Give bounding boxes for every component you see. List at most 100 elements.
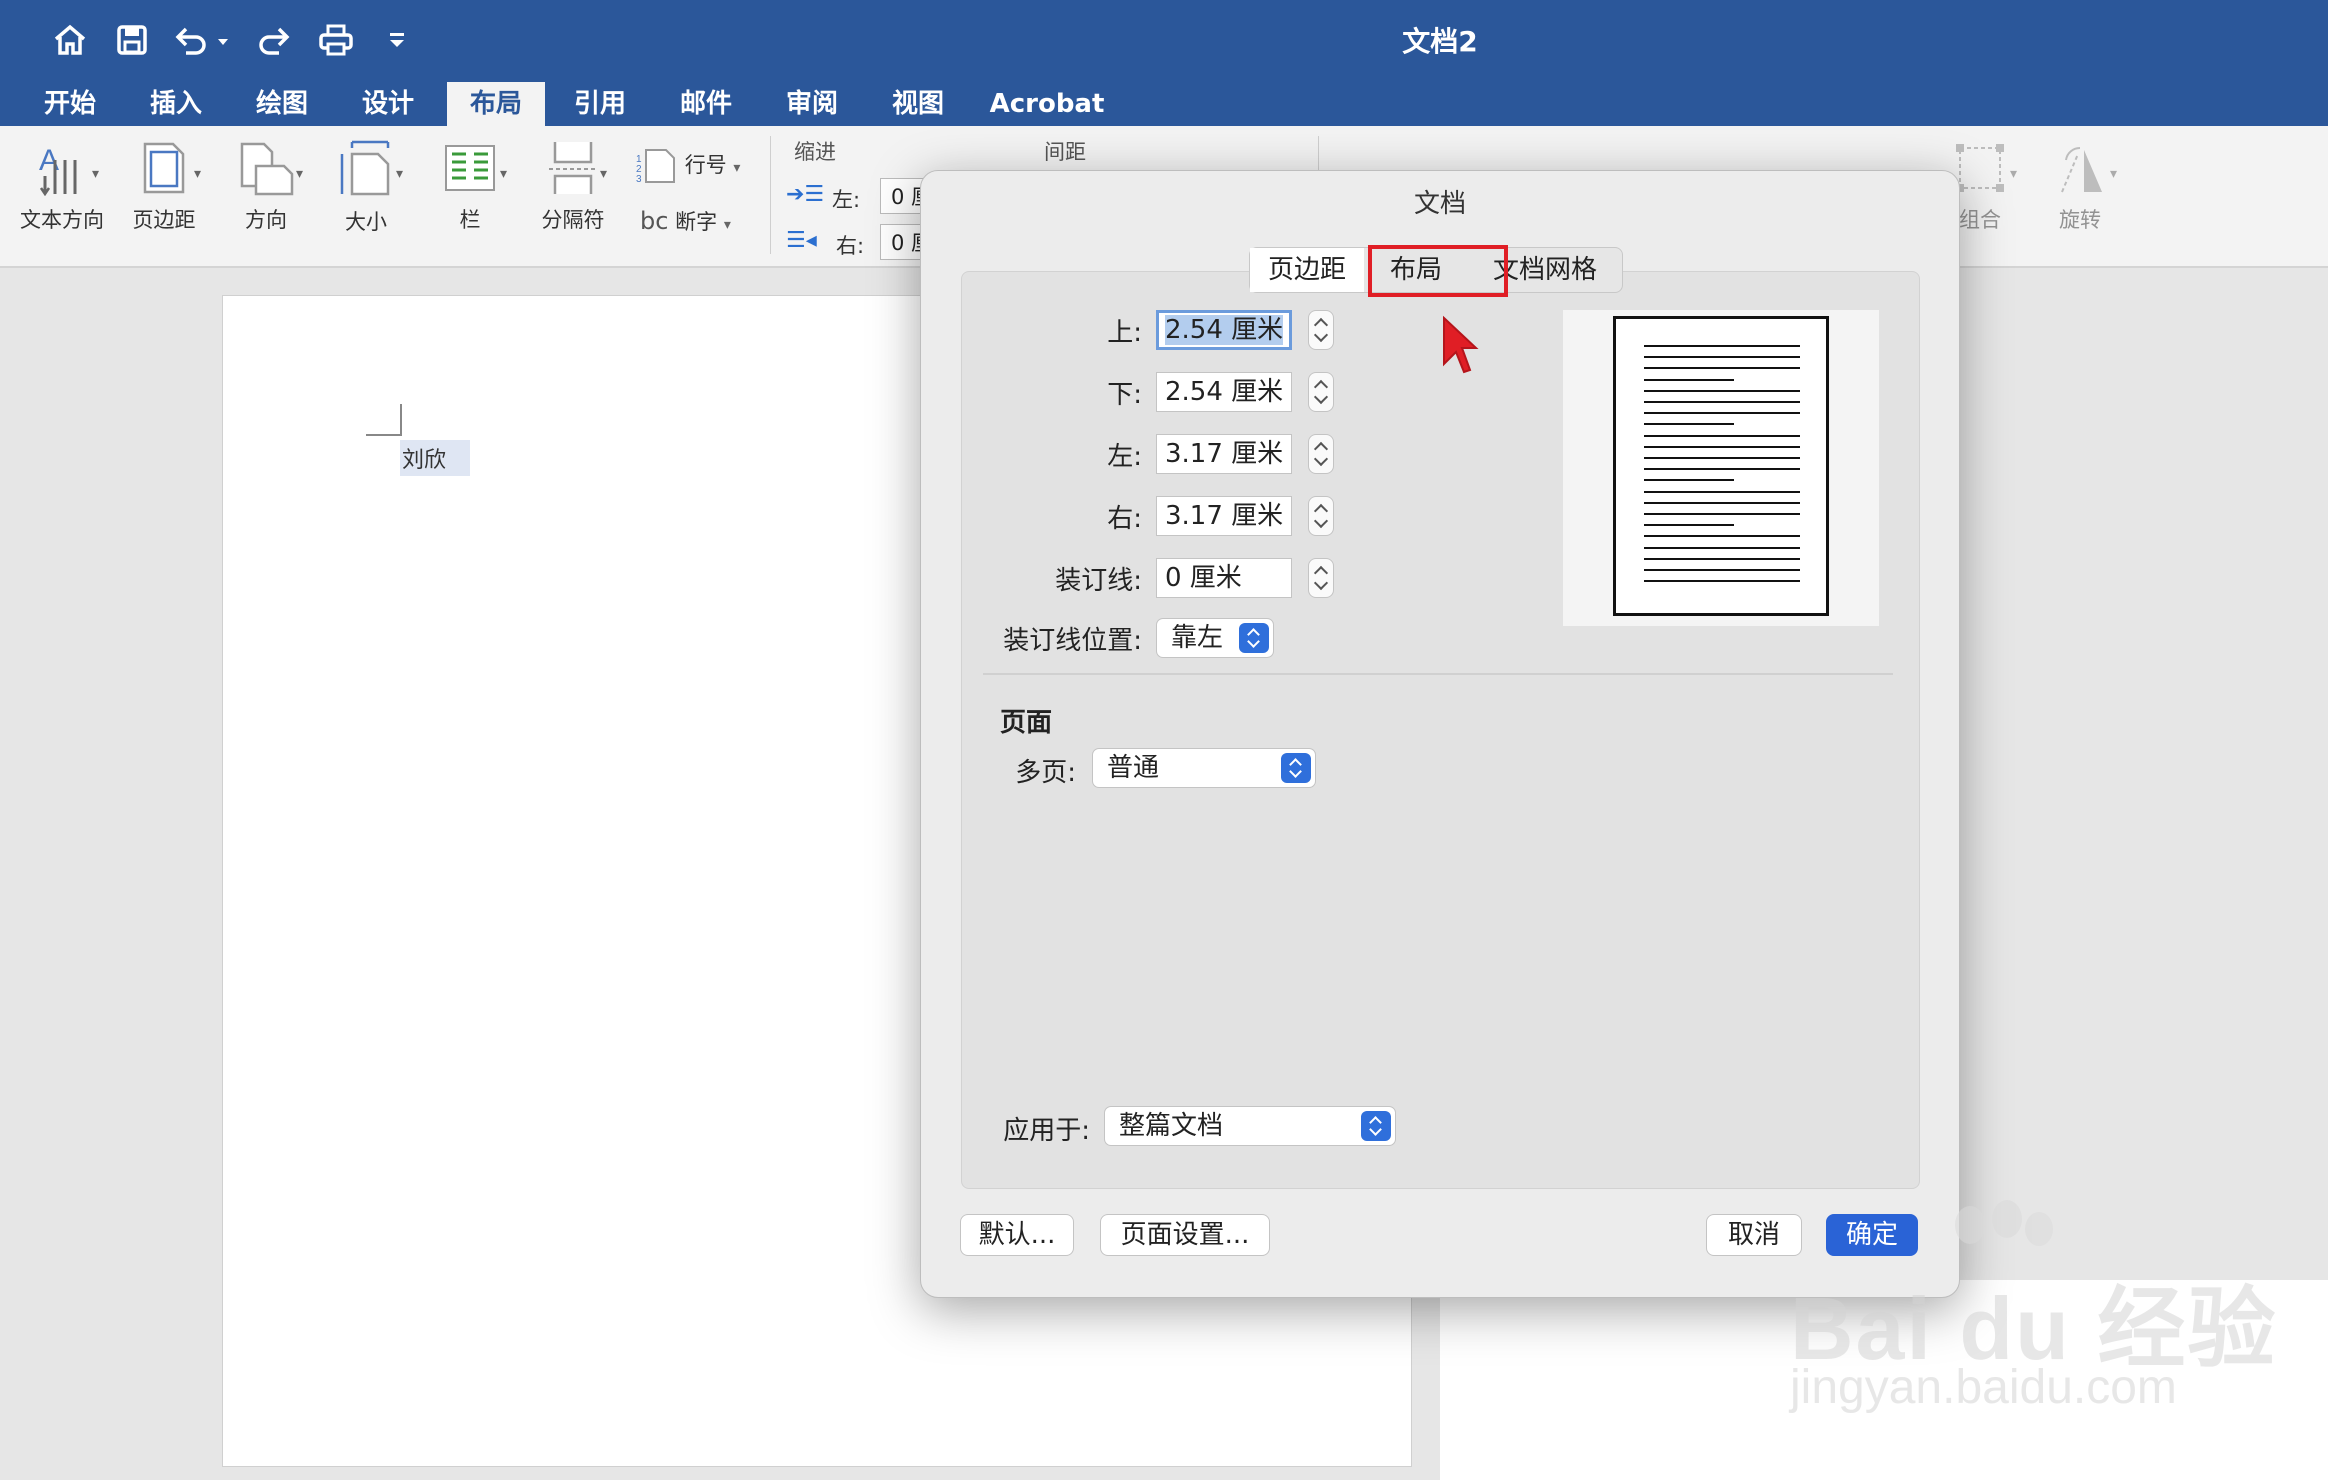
chevron-down-icon: ▾ (723, 217, 731, 233)
apply-to-select[interactable]: 整篇文档 (1104, 1106, 1396, 1146)
right-margin-input[interactable]: 3.17 厘米 (1156, 496, 1292, 536)
rotate-icon (2061, 146, 2102, 193)
tab-home[interactable]: 开始 (30, 82, 110, 126)
chevron-down-icon: ▾ (296, 166, 304, 182)
preview-text-line (1644, 434, 1800, 437)
gutter-position-select[interactable]: 靠左 (1156, 618, 1274, 658)
dialog-tab-margins[interactable]: 页边距 (1250, 248, 1364, 292)
preview-text-line (1644, 345, 1800, 347)
margins-button[interactable]: 页边距 (124, 140, 204, 234)
watermark-url: jingyan.baidu.com (1790, 1361, 2177, 1414)
tab-insert[interactable]: 插入 (136, 82, 216, 126)
apply-to-value: 整篇文档 (1119, 1111, 1224, 1141)
default-button[interactable]: 默认... (960, 1214, 1074, 1256)
title-bar: 文档2 开始 插入 绘图 设计 布局 引用 邮件 审阅 视图 Acrobat (0, 0, 2328, 126)
left-margin-label: 左: (1107, 442, 1142, 472)
top-margin-label: 上: (1107, 318, 1142, 348)
hyphenation-icon: bc (640, 207, 669, 235)
breaks-button[interactable]: 分隔符 (530, 140, 616, 234)
indent-left-label: 左: (832, 188, 861, 212)
columns-button[interactable]: 栏 (430, 140, 510, 234)
columns-label: 栏 (459, 208, 481, 232)
line-numbers-button[interactable]: 123 行号 ▾ (636, 148, 740, 185)
preview-text-line (1644, 513, 1800, 515)
paw-icon (1992, 1200, 2022, 1238)
tab-design[interactable]: 设计 (348, 82, 428, 126)
right-margin-stepper[interactable] (1308, 496, 1334, 536)
hyphenation-button[interactable]: bc 断字 ▾ (640, 206, 731, 236)
indent-right-label: 右: (836, 234, 865, 258)
multiple-pages-label: 多页: (1015, 758, 1076, 788)
left-margin-input[interactable]: 3.17 厘米 (1156, 434, 1292, 474)
rotate-button[interactable]: 旋转 (2040, 140, 2120, 234)
top-margin-stepper[interactable] (1308, 310, 1334, 350)
tab-view[interactable]: 视图 (878, 82, 958, 126)
ribbon-separator (770, 136, 771, 254)
size-label: 大小 (345, 210, 387, 234)
margin-corner-mark (366, 404, 402, 436)
text-direction-button[interactable]: A 文本方向 (16, 140, 108, 234)
preview-text-line (1644, 524, 1734, 527)
group-icon (1956, 144, 2004, 192)
spacing-group-title: 间距 (1044, 140, 1086, 164)
columns-icon (445, 145, 495, 191)
breaks-icon (549, 142, 597, 194)
gutter-position-value: 靠左 (1171, 623, 1224, 653)
preview-text-line (1644, 546, 1800, 549)
tab-acrobat[interactable]: Acrobat (986, 82, 1108, 126)
right-margin-label: 右: (1107, 504, 1142, 534)
chevron-down-icon: ▾ (194, 166, 202, 182)
select-arrows-icon (1281, 753, 1311, 783)
top-margin-input[interactable]: 2.54 厘米 (1156, 310, 1292, 350)
bottom-margin-label: 下: (1107, 380, 1142, 410)
red-pointer-icon (1443, 315, 1479, 374)
chevron-down-icon: ▾ (600, 166, 608, 182)
apply-to-label: 应用于: (1003, 1116, 1090, 1146)
tab-draw[interactable]: 绘图 (242, 82, 322, 126)
indent-group-title: 缩进 (794, 140, 836, 164)
chevron-down-icon: ▾ (92, 166, 100, 182)
preview-page (1613, 316, 1829, 616)
page-preview (1563, 310, 1879, 626)
bottom-margin-input[interactable]: 2.54 厘米 (1156, 372, 1292, 412)
line-numbers-icon: 123 (636, 149, 675, 185)
orientation-label: 方向 (245, 208, 287, 232)
tab-layout[interactable]: 布局 (447, 82, 545, 126)
document-text[interactable]: 刘欣 (400, 440, 471, 476)
preview-text-line (1644, 501, 1800, 504)
chevron-down-icon: ▾ (396, 166, 404, 182)
preview-text-line (1644, 580, 1800, 583)
select-arrows-icon (1239, 623, 1269, 653)
baidu-watermark: Bai du 经验 jingyan.baidu.com (1780, 1200, 2328, 1440)
gutter-input[interactable]: 0 厘米 (1156, 558, 1292, 598)
hyphenation-label: 断字 (675, 210, 718, 234)
preview-text-line (1644, 490, 1800, 493)
margins-label: 页边距 (132, 208, 196, 232)
orientation-button[interactable]: 方向 (226, 140, 306, 234)
preview-text-line (1644, 445, 1800, 448)
left-margin-stepper[interactable] (1308, 434, 1334, 474)
page-setup-button[interactable]: 页面设置... (1100, 1214, 1270, 1256)
tab-mailings[interactable]: 邮件 (666, 82, 746, 126)
window-title: 文档2 (1402, 25, 1478, 58)
size-button[interactable]: 大小 (326, 140, 406, 236)
multiple-pages-select[interactable]: 普通 (1092, 748, 1316, 788)
section-divider (983, 673, 1893, 675)
preview-text-line (1644, 367, 1800, 370)
dialog-title: 文档 (1413, 189, 1466, 219)
gutter-position-label: 装订线位置: (1003, 626, 1142, 656)
size-icon (340, 140, 390, 196)
bottom-margin-stepper[interactable] (1308, 372, 1334, 412)
svg-text:3: 3 (636, 174, 642, 184)
orientation-icon (240, 142, 294, 196)
chevron-down-icon: ▾ (500, 166, 508, 182)
preview-text-line (1644, 423, 1734, 426)
line-numbers-label: 行号 (684, 153, 727, 177)
multiple-pages-value: 普通 (1107, 753, 1160, 783)
gutter-stepper[interactable] (1308, 558, 1334, 598)
paw-icon (2025, 1212, 2053, 1246)
tab-review[interactable]: 审阅 (772, 82, 852, 126)
preview-text-line (1644, 412, 1800, 415)
tab-references[interactable]: 引用 (560, 82, 640, 126)
preview-text-line (1644, 457, 1800, 459)
